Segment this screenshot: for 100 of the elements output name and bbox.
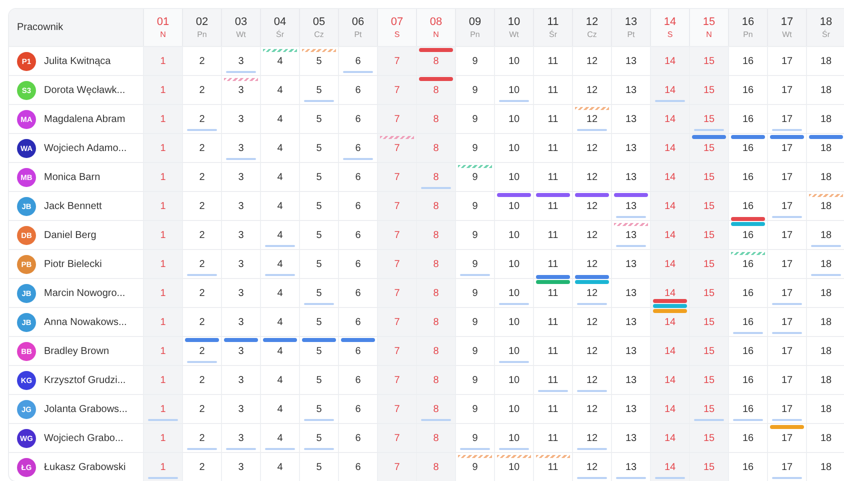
event-bar[interactable] (770, 425, 804, 429)
day-cell[interactable]: 11 (533, 308, 572, 336)
day-cell[interactable]: 17 (767, 279, 806, 307)
day-cell[interactable]: 4 (260, 424, 299, 452)
day-cell[interactable]: 3 (221, 424, 260, 452)
day-cell[interactable]: 2 (182, 308, 221, 336)
day-cell[interactable]: 1 (143, 221, 182, 249)
day-cell[interactable]: 8 (416, 366, 455, 394)
day-cell[interactable]: 3 (221, 76, 260, 104)
day-cell[interactable]: 2 (182, 47, 221, 75)
day-cell[interactable]: 9 (455, 453, 494, 481)
day-cell[interactable]: 14 (650, 424, 689, 452)
day-cell[interactable]: 12 (572, 337, 611, 365)
day-cell[interactable]: 1 (143, 163, 182, 191)
day-cell[interactable]: 18 (806, 134, 844, 162)
day-cell[interactable]: 11 (533, 453, 572, 481)
day-cell[interactable]: 9 (455, 366, 494, 394)
day-cell[interactable]: 14 (650, 453, 689, 481)
day-cell[interactable]: 2 (182, 453, 221, 481)
event-bar[interactable] (653, 299, 687, 303)
day-cell[interactable]: 16 (728, 47, 767, 75)
day-cell[interactable]: 15 (689, 221, 728, 249)
day-cell[interactable]: 2 (182, 76, 221, 104)
day-cell[interactable]: 7 (377, 337, 416, 365)
day-cell[interactable]: 9 (455, 105, 494, 133)
day-cell[interactable]: 17 (767, 395, 806, 423)
day-cell[interactable]: 18 (806, 279, 844, 307)
event-bar[interactable] (536, 193, 570, 197)
day-cell[interactable]: 14 (650, 337, 689, 365)
day-cell[interactable]: 5 (299, 424, 338, 452)
day-cell[interactable]: 5 (299, 134, 338, 162)
day-cell[interactable]: 4 (260, 134, 299, 162)
day-cell[interactable]: 2 (182, 134, 221, 162)
day-cell[interactable]: 4 (260, 366, 299, 394)
day-cell[interactable]: 10 (494, 105, 533, 133)
day-cell[interactable]: 15 (689, 163, 728, 191)
day-cell[interactable]: 15 (689, 192, 728, 220)
day-cell[interactable]: 11 (533, 76, 572, 104)
day-cell[interactable]: 8 (416, 279, 455, 307)
day-cell[interactable]: 5 (299, 395, 338, 423)
day-cell[interactable]: 17 (767, 76, 806, 104)
day-cell[interactable]: 4 (260, 47, 299, 75)
day-cell[interactable]: 16 (728, 424, 767, 452)
day-cell[interactable]: 16 (728, 105, 767, 133)
day-cell[interactable]: 10 (494, 395, 533, 423)
day-cell[interactable]: 15 (689, 47, 728, 75)
day-cell[interactable]: 14 (650, 47, 689, 75)
day-cell[interactable]: 17 (767, 250, 806, 278)
day-cell[interactable]: 16 (728, 163, 767, 191)
day-cell[interactable]: 18 (806, 250, 844, 278)
day-cell[interactable]: 3 (221, 221, 260, 249)
event-bar[interactable] (575, 193, 609, 197)
day-cell[interactable]: 8 (416, 76, 455, 104)
day-cell[interactable]: 2 (182, 105, 221, 133)
day-cell[interactable]: 5 (299, 279, 338, 307)
day-cell[interactable]: 15 (689, 134, 728, 162)
day-cell[interactable]: 9 (455, 47, 494, 75)
day-cell[interactable]: 4 (260, 192, 299, 220)
day-cell[interactable]: 15 (689, 105, 728, 133)
day-cell[interactable]: 16 (728, 221, 767, 249)
event-bar[interactable] (341, 338, 375, 342)
day-cell[interactable]: 18 (806, 337, 844, 365)
day-cell[interactable]: 12 (572, 279, 611, 307)
day-cell[interactable]: 2 (182, 192, 221, 220)
day-cell[interactable]: 10 (494, 453, 533, 481)
day-cell[interactable]: 4 (260, 337, 299, 365)
day-cell[interactable]: 17 (767, 134, 806, 162)
day-cell[interactable]: 15 (689, 250, 728, 278)
day-cell[interactable]: 16 (728, 308, 767, 336)
day-cell[interactable]: 9 (455, 279, 494, 307)
day-cell[interactable]: 10 (494, 47, 533, 75)
day-cell[interactable]: 3 (221, 453, 260, 481)
day-cell[interactable]: 8 (416, 250, 455, 278)
event-bar[interactable] (731, 222, 765, 226)
day-cell[interactable]: 12 (572, 76, 611, 104)
day-cell[interactable]: 4 (260, 279, 299, 307)
day-cell[interactable]: 11 (533, 105, 572, 133)
event-bar[interactable] (692, 135, 726, 139)
day-cell[interactable]: 18 (806, 366, 844, 394)
day-cell[interactable]: 2 (182, 163, 221, 191)
day-cell[interactable]: 1 (143, 134, 182, 162)
day-cell[interactable]: 11 (533, 424, 572, 452)
day-cell[interactable]: 1 (143, 47, 182, 75)
day-cell[interactable]: 16 (728, 366, 767, 394)
day-cell[interactable]: 3 (221, 279, 260, 307)
day-cell[interactable]: 14 (650, 163, 689, 191)
day-cell[interactable]: 5 (299, 105, 338, 133)
day-cell[interactable]: 1 (143, 308, 182, 336)
day-cell[interactable]: 9 (455, 337, 494, 365)
day-cell[interactable]: 14 (650, 105, 689, 133)
day-cell[interactable]: 9 (455, 192, 494, 220)
day-cell[interactable]: 8 (416, 453, 455, 481)
day-cell[interactable]: 11 (533, 47, 572, 75)
day-cell[interactable]: 2 (182, 279, 221, 307)
day-cell[interactable]: 17 (767, 221, 806, 249)
day-cell[interactable]: 9 (455, 221, 494, 249)
day-cell[interactable]: 16 (728, 134, 767, 162)
event-bar[interactable] (575, 275, 609, 279)
event-bar[interactable] (653, 304, 687, 308)
event-bar[interactable] (575, 280, 609, 284)
